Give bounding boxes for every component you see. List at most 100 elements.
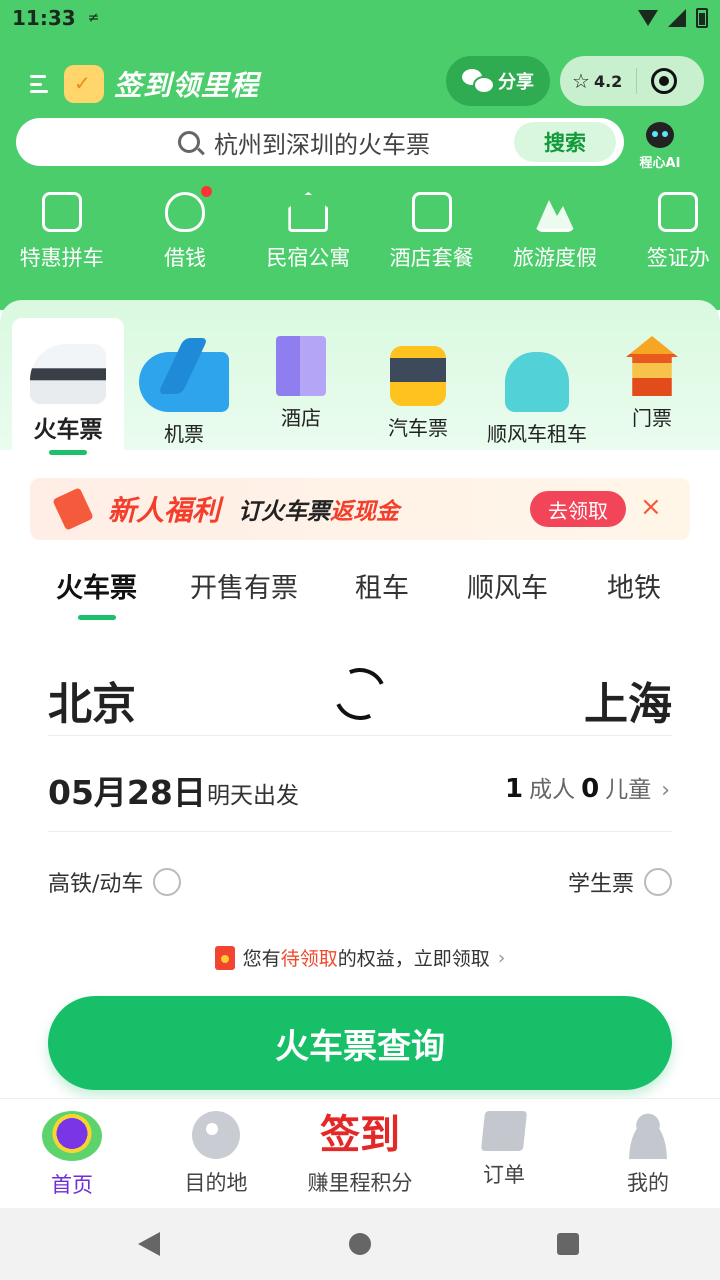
category-tab-bus[interactable]: 汽车票: [360, 318, 476, 441]
ai-label: 程心AI: [639, 156, 681, 171]
child-label: 儿童: [605, 777, 652, 803]
back-icon[interactable]: [138, 1232, 160, 1256]
adult-count: 1: [505, 774, 524, 804]
menu-icon[interactable]: [30, 73, 52, 95]
arrival-city[interactable]: 上海: [584, 668, 672, 732]
claim-button[interactable]: 去领取: [530, 491, 626, 527]
close-miniapp-icon[interactable]: [651, 68, 678, 94]
system-nav-bar: [0, 1208, 720, 1280]
recent-apps-icon[interactable]: [557, 1233, 579, 1255]
search-bar[interactable]: 杭州到深圳的火车票 搜索: [16, 118, 624, 166]
quick-link-label: 酒店套餐: [389, 246, 474, 270]
category-tab-hotel[interactable]: 酒店: [243, 318, 359, 431]
badge-dot: [201, 186, 213, 197]
passenger-selector[interactable]: 1 成人 0 儿童 ›: [505, 770, 670, 804]
divider: [48, 735, 672, 736]
tab-on-sale[interactable]: 开售有票: [190, 566, 298, 605]
tab-car-rental[interactable]: 租车: [355, 566, 409, 605]
tab-rideshare[interactable]: 顺风车: [467, 566, 548, 605]
globe-icon: [192, 1111, 240, 1159]
nav-label: 订单: [483, 1163, 525, 1187]
coupon-icon: [52, 487, 94, 531]
tab-label: 地铁: [607, 573, 661, 604]
category-tab-train[interactable]: 火车票: [12, 318, 124, 455]
train-sub-tabs: 火车票 开售有票 租车 顺风车 地铁: [0, 566, 720, 620]
brand-title: 签到领里程: [114, 69, 260, 102]
category-label: 酒店: [281, 406, 321, 430]
quick-link-visa[interactable]: 签证办: [617, 192, 720, 272]
promo-title: 新人福利: [108, 494, 221, 527]
quick-link-homestay[interactable]: 民宿公寓: [247, 192, 370, 272]
checkin-glyph: 签到: [320, 1111, 400, 1158]
departure-date[interactable]: 05月28日: [48, 766, 206, 814]
wifi-icon: [638, 10, 658, 26]
new-user-promo-banner[interactable]: 新人福利 订火车票 返现金 去领取 ×: [30, 478, 690, 540]
miniapp-capsule: ☆ 4.2: [560, 56, 704, 106]
benefit-link[interactable]: 您有待领取的权益，立即领取 ›: [0, 944, 720, 971]
benefit-prefix: 您有: [242, 948, 281, 970]
quick-link-label: 特惠拼车: [19, 246, 104, 270]
notification-icon: ≠: [87, 10, 100, 26]
share-label: 分享: [498, 72, 534, 93]
search-button[interactable]: 搜索: [514, 122, 616, 162]
search-trains-button[interactable]: 火车票查询: [48, 996, 672, 1090]
child-count: 0: [581, 774, 600, 804]
train-icon: [30, 344, 106, 404]
benefit-suffix: 的权益，立即领取: [337, 948, 490, 970]
promo-subtitle: 订火车票: [238, 499, 331, 525]
quick-link-label: 借钱: [163, 246, 206, 270]
quick-link-label: 民宿公寓: [266, 246, 351, 270]
category-label: 顺风车租车: [487, 422, 587, 446]
bottom-nav: 首页 目的地 签到 赚里程积分 订单 我的: [0, 1098, 720, 1208]
search-icon: [178, 131, 200, 153]
swap-cities-icon[interactable]: [326, 660, 394, 728]
nav-home[interactable]: 首页: [0, 1111, 144, 1199]
close-icon[interactable]: ×: [640, 492, 662, 522]
high-speed-radio[interactable]: [153, 868, 182, 896]
nav-label: 首页: [51, 1173, 93, 1197]
student-ticket-option[interactable]: 学生票: [568, 866, 672, 898]
tab-label: 火车票: [56, 573, 137, 604]
app-bar: 签到领里程 分享 ☆ 4.2: [0, 56, 720, 112]
chevron-right-icon: ›: [661, 778, 670, 803]
category-label: 机票: [164, 422, 204, 446]
share-button[interactable]: 分享: [446, 56, 550, 106]
red-packet-icon: [214, 945, 235, 970]
quick-link-loan[interactable]: 借钱: [123, 186, 246, 272]
tab-metro[interactable]: 地铁: [607, 566, 661, 605]
student-radio[interactable]: [644, 868, 672, 896]
quick-link-vacation[interactable]: 旅游度假: [493, 192, 616, 272]
tab-label: 租车: [355, 573, 409, 604]
quick-links: 特惠拼车 借钱 民宿公寓 酒店套餐 旅游度假 签证办: [0, 186, 720, 272]
high-speed-option[interactable]: 高铁/动车: [48, 866, 182, 898]
quick-link-hotel-package[interactable]: 酒店套餐: [370, 192, 493, 272]
departure-city[interactable]: 北京: [48, 668, 136, 732]
tab-train[interactable]: 火车票: [56, 566, 137, 620]
hotel-icon: [276, 336, 326, 396]
benefit-highlight: 待领取: [280, 948, 338, 970]
category-label: 汽车票: [388, 416, 448, 440]
ai-assistant-button[interactable]: 程心AI: [636, 118, 684, 171]
home-button-icon[interactable]: [349, 1233, 371, 1255]
category-tab-rideshare[interactable]: 顺风车租车: [477, 318, 597, 447]
student-label: 学生票: [567, 872, 634, 897]
divider: [48, 831, 672, 832]
category-tab-tickets[interactable]: 门票: [594, 318, 710, 431]
robot-icon: [646, 122, 674, 148]
star-icon[interactable]: ☆: [572, 69, 590, 93]
battery-icon: [696, 8, 708, 28]
nav-profile[interactable]: 我的: [576, 1111, 720, 1197]
nav-label: 目的地: [184, 1171, 248, 1195]
category-label: 火车票: [33, 417, 103, 443]
nav-orders[interactable]: 订单: [432, 1111, 576, 1189]
rating-value[interactable]: 4.2: [594, 72, 622, 91]
nav-checkin[interactable]: 签到 赚里程积分: [288, 1111, 432, 1197]
person-icon: [624, 1111, 672, 1159]
category-tab-flight[interactable]: 机票: [126, 318, 242, 447]
search-input[interactable]: 杭州到深圳的火车票: [214, 125, 430, 160]
tab-label: 开售有票: [190, 573, 298, 604]
quick-link-carpool[interactable]: 特惠拼车: [0, 192, 123, 272]
nav-destination[interactable]: 目的地: [144, 1111, 288, 1197]
promo-highlight: 返现金: [330, 499, 400, 525]
order-icon: [480, 1111, 528, 1151]
